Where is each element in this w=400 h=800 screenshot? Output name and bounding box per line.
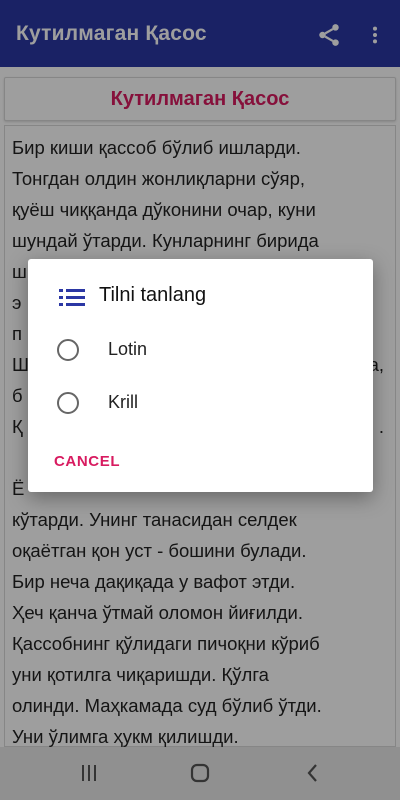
option-krill[interactable]: Krill [28,381,373,427]
cancel-button[interactable]: CANCEL [54,453,120,470]
option-label: Krill [108,392,138,412]
radio-button[interactable] [57,339,79,361]
option-label: Lotin [108,339,148,359]
language-dialog: Tilni tanlang Lotin Krill CANCEL [28,259,373,492]
radio-button[interactable] [57,392,79,414]
dialog-title: Tilni tanlang [99,284,207,306]
list-icon [59,289,85,306]
option-lotin[interactable]: Lotin [28,328,373,374]
